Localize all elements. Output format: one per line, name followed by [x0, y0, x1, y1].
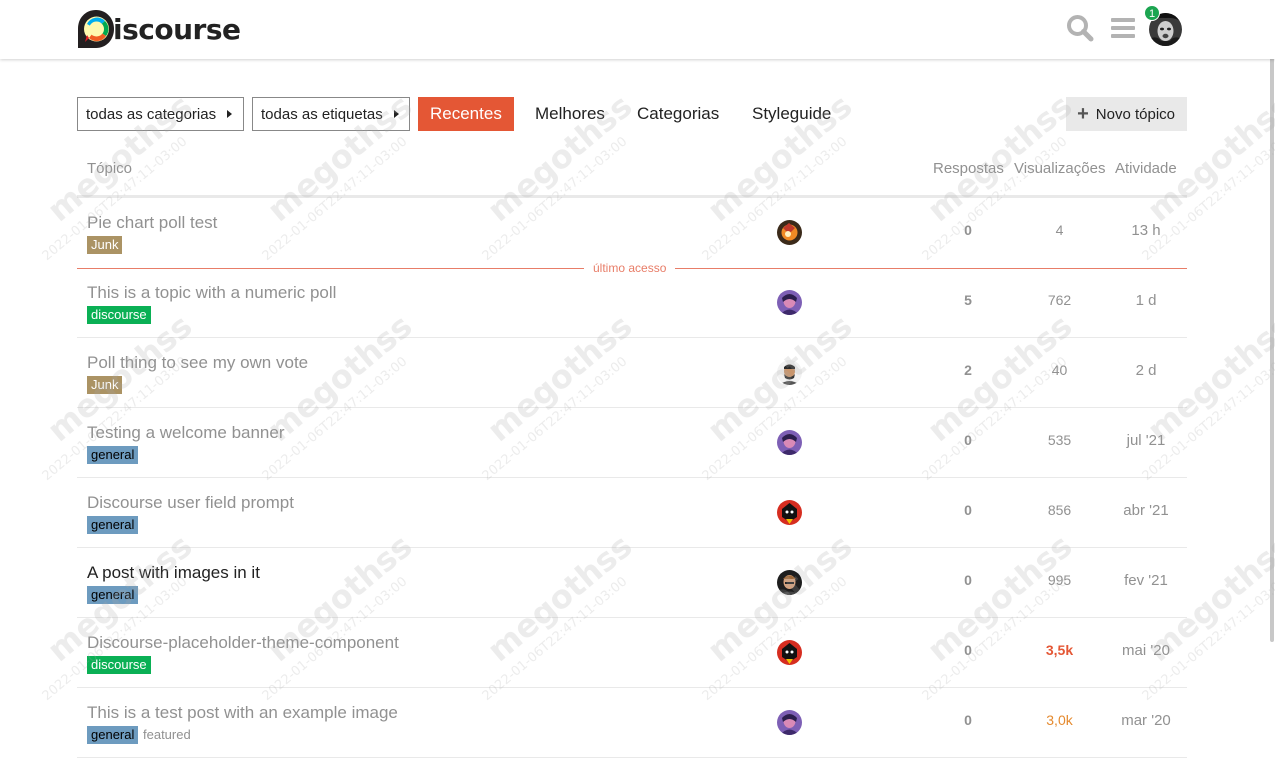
- activity-time[interactable]: jul '21: [1107, 432, 1185, 449]
- poster-avatar[interactable]: [777, 710, 802, 735]
- activity-time[interactable]: 2 d: [1107, 362, 1185, 379]
- caret-right-icon: [393, 110, 399, 118]
- discourse-logo-icon: [78, 10, 114, 48]
- reply-count: 0: [964, 222, 972, 238]
- view-count: 4: [1055, 222, 1064, 238]
- tab-styleguide[interactable]: Styleguide: [740, 97, 843, 131]
- category-badge[interactable]: Junk: [87, 376, 123, 394]
- poster-avatar[interactable]: [777, 570, 802, 595]
- scrollbar-thumb[interactable]: [1270, 2, 1274, 642]
- topic-row: Poll thing to see my own vote Junk 2 40 2 d: [77, 338, 1187, 408]
- activity-time[interactable]: fev '21: [1107, 572, 1185, 589]
- category-dropdown-label: todas as categorias: [86, 105, 217, 123]
- topic-row: Discourse user field prompt general 0 856 ab…: [77, 478, 1187, 548]
- search-icon[interactable]: [1066, 14, 1094, 47]
- category-badge[interactable]: discourse: [87, 656, 151, 674]
- reply-count: 0: [964, 432, 972, 448]
- poster-avatar[interactable]: [777, 500, 802, 525]
- topic-title-link[interactable]: This is a test post with an example imag…: [87, 703, 398, 723]
- reply-count: 2: [964, 362, 972, 378]
- poster-avatar[interactable]: [777, 220, 802, 245]
- topic-row: Pie chart poll test Junk 0 4 13 h: [77, 198, 1187, 268]
- topic-title-link[interactable]: Discourse user field prompt: [87, 493, 294, 513]
- view-count: 3,5k: [1045, 642, 1074, 658]
- poster-avatar[interactable]: [777, 430, 802, 455]
- topic-list-header: Tópico Respostas Visualizações Atividade: [77, 160, 1187, 198]
- topic-title-link[interactable]: Discourse-placeholder-theme-component: [87, 633, 399, 653]
- tag-dropdown-label: todas as etiquetas: [261, 105, 383, 123]
- view-count: 3,0k: [1046, 712, 1073, 728]
- activity-time[interactable]: 1 d: [1107, 292, 1185, 309]
- activity-time[interactable]: mai '20: [1107, 642, 1185, 659]
- category-badge[interactable]: general: [87, 446, 139, 464]
- poster-avatar[interactable]: [777, 360, 802, 385]
- current-user-avatar[interactable]: 1: [1144, 5, 1182, 46]
- topic-title-link[interactable]: A post with images in it: [87, 563, 260, 583]
- category-dropdown[interactable]: todas as categorias: [77, 97, 244, 131]
- topic-title-link[interactable]: Testing a welcome banner: [87, 423, 285, 443]
- category-badge[interactable]: general: [87, 516, 139, 534]
- topic-row: This is a test post with an example imag…: [77, 688, 1187, 758]
- tab-melhores[interactable]: Melhores: [523, 97, 617, 131]
- reply-count: 0: [964, 642, 972, 658]
- category-badge[interactable]: general: [87, 586, 139, 604]
- category-badge[interactable]: general: [87, 726, 139, 744]
- topic-row: Testing a welcome banner general 0 535 jul '…: [77, 408, 1187, 478]
- reply-count: 0: [964, 502, 972, 518]
- hamburger-menu-icon[interactable]: [1110, 14, 1136, 47]
- activity-time[interactable]: mar '20: [1107, 712, 1185, 729]
- reply-count: 5: [964, 292, 972, 308]
- tag-dropdown[interactable]: todas as etiquetas: [252, 97, 410, 131]
- page-scrollbar[interactable]: [1269, 0, 1275, 766]
- header-topic[interactable]: Tópico: [87, 160, 132, 177]
- new-topic-button[interactable]: + Novo tópico: [1066, 97, 1187, 131]
- activity-time[interactable]: abr '21: [1107, 502, 1185, 519]
- tab-categorias[interactable]: Categorias: [625, 97, 731, 131]
- view-count: 856: [1047, 502, 1072, 518]
- header-views[interactable]: Visualizações: [1014, 160, 1105, 177]
- tab-recentes[interactable]: Recentes: [418, 97, 514, 131]
- header-activity[interactable]: Atividade: [1115, 160, 1177, 177]
- category-badge[interactable]: discourse: [87, 306, 151, 324]
- topic-title-link[interactable]: This is a topic with a numeric poll: [87, 283, 336, 303]
- site-logo[interactable]: iscourse: [77, 9, 241, 49]
- poster-avatar[interactable]: [777, 640, 802, 665]
- category-badge[interactable]: Junk: [87, 236, 123, 254]
- view-count: 40: [1051, 362, 1068, 378]
- topic-row: This is a topic with a numeric poll disco…: [77, 268, 1187, 338]
- reply-count: 0: [964, 572, 972, 588]
- topic-title-link[interactable]: Poll thing to see my own vote: [87, 353, 308, 373]
- topic-row: Discourse-placeholder-theme-component dis…: [77, 618, 1187, 688]
- activity-time[interactable]: 13 h: [1107, 222, 1185, 239]
- topic-tag[interactable]: featured: [143, 726, 191, 744]
- view-count: 535: [1047, 432, 1072, 448]
- logo-text: iscourse: [113, 12, 241, 46]
- header-replies[interactable]: Respostas: [933, 160, 1004, 177]
- site-header: iscourse 1: [0, 0, 1275, 59]
- plus-icon: +: [1077, 103, 1089, 125]
- topic-row: A post with images in it general 0 995 fev '…: [77, 548, 1187, 618]
- reply-count: 0: [964, 712, 972, 728]
- topic-list-navigation: todas as categorias todas as etiquetas R…: [77, 97, 1187, 131]
- topic-title-link[interactable]: Pie chart poll test: [87, 213, 217, 233]
- view-count: 762: [1047, 292, 1072, 308]
- view-count: 995: [1047, 572, 1072, 588]
- notification-badge: 1: [1144, 5, 1160, 21]
- new-topic-label: Novo tópico: [1095, 105, 1175, 123]
- poster-avatar[interactable]: [777, 290, 802, 315]
- caret-right-icon: [227, 110, 233, 118]
